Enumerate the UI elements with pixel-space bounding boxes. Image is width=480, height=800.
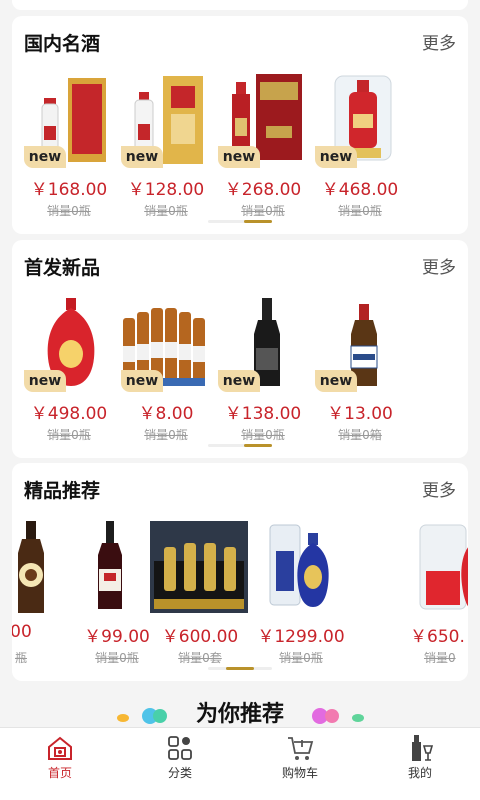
product-price: ￥128.00 <box>127 180 205 200</box>
tab-label: 购物车 <box>281 766 318 780</box>
product-card[interactable]: new ￥468.00 销量0瓶 <box>315 74 405 222</box>
product-price: ￥600.00 <box>161 627 239 647</box>
tab-profile[interactable]: 我的 <box>360 728 480 784</box>
product-card[interactable]: new ￥168.00 销量0瓶 <box>24 74 114 222</box>
section-featured: 精品推荐 更多 00 瓶 ￥99.00 销量0瓶 ￥600.00 销量0套 ￥1… <box>12 463 468 681</box>
profile-icon <box>412 735 434 761</box>
product-sales: 销量0套 <box>178 651 222 665</box>
product-price: ￥8.00 <box>138 404 194 424</box>
new-badge: new <box>315 370 357 392</box>
product-price: ￥468.00 <box>321 180 399 200</box>
product-price: ￥138.00 <box>224 404 302 424</box>
more-link[interactable]: 更多 <box>422 254 456 282</box>
section-title: 精品推荐 <box>24 480 101 502</box>
product-card[interactable]: new ￥498.00 销量0瓶 <box>24 298 114 446</box>
product-sales: 销量0瓶 <box>47 428 91 442</box>
product-card[interactable]: new ￥138.00 销量0瓶 <box>218 298 308 446</box>
category-icon <box>168 736 192 760</box>
product-card[interactable]: new ￥8.00 销量0瓶 <box>121 298 211 446</box>
tab-home[interactable]: 首页 <box>0 728 120 784</box>
product-sales: 销量0瓶 <box>241 204 285 218</box>
product-price: ￥268.00 <box>224 180 302 200</box>
section-new-arrivals: 首发新品 更多 new ￥498.00 销量0瓶 new ￥8.00 销量0瓶 … <box>12 240 468 458</box>
product-card[interactable]: 00 瓶 <box>12 521 66 669</box>
product-card[interactable]: new ￥268.00 销量0瓶 <box>218 74 308 222</box>
decor-bubbles-right-icon <box>312 708 364 724</box>
new-badge: new <box>121 146 163 168</box>
product-price: ￥498.00 <box>30 404 108 424</box>
product-sales: 销量0瓶 <box>47 204 91 218</box>
product-price: ￥1299.00 <box>257 627 345 647</box>
new-badge: new <box>24 146 66 168</box>
product-sales: 销量0瓶 <box>144 428 188 442</box>
new-badge: new <box>121 370 163 392</box>
tab-category[interactable]: 分类 <box>120 728 240 784</box>
tab-cart[interactable]: 购物车 <box>240 728 360 784</box>
product-image <box>150 521 248 613</box>
product-image <box>80 521 160 613</box>
cart-icon <box>288 737 314 760</box>
new-badge: new <box>218 370 260 392</box>
more-link[interactable]: 更多 <box>422 30 456 58</box>
product-sales: 销量0瓶 <box>144 204 188 218</box>
new-badge: new <box>218 146 260 168</box>
product-card[interactable]: new ￥128.00 销量0瓶 <box>121 74 211 222</box>
section-title: 首发新品 <box>24 257 101 279</box>
product-card[interactable]: ￥600.00 销量0套 <box>150 521 250 669</box>
section-domestic-liquor: 国内名酒 更多 new ￥168.00 销量0瓶 new ￥128.00 销量0… <box>12 16 468 234</box>
more-link[interactable]: 更多 <box>422 477 456 505</box>
product-sales: 销量0瓶 <box>241 428 285 442</box>
tab-label: 分类 <box>167 766 192 780</box>
product-card[interactable]: ￥650. 销量0 <box>410 521 468 669</box>
carousel-scrollbar <box>208 667 272 670</box>
product-card[interactable]: ￥1299.00 销量0瓶 <box>256 521 346 669</box>
tab-label: 首页 <box>47 766 72 780</box>
product-sales: 销量0瓶 <box>279 651 323 665</box>
bottom-tab-bar: 首页 分类 购物车 我的 <box>0 727 480 784</box>
previous-card-edge <box>12 0 468 10</box>
product-sales: 销量0箱 <box>338 428 382 442</box>
new-badge: new <box>24 370 66 392</box>
product-sales: 销量0瓶 <box>338 204 382 218</box>
product-price: ￥650. <box>410 627 465 647</box>
carousel-scrollbar <box>208 220 272 223</box>
home-icon <box>48 736 72 760</box>
carousel-scrollbar <box>208 444 272 447</box>
safe-area <box>0 783 480 800</box>
product-image <box>12 521 64 613</box>
product-image <box>418 521 468 613</box>
tab-label: 我的 <box>407 766 432 780</box>
product-price: ￥168.00 <box>30 180 108 200</box>
product-card[interactable]: new ￥13.00 销量0箱 <box>315 298 405 446</box>
section-title: 国内名酒 <box>24 33 101 55</box>
product-price: ￥13.00 <box>327 404 393 424</box>
new-badge: new <box>315 146 357 168</box>
product-sales: 销量0 <box>424 651 456 665</box>
product-image <box>264 521 344 613</box>
